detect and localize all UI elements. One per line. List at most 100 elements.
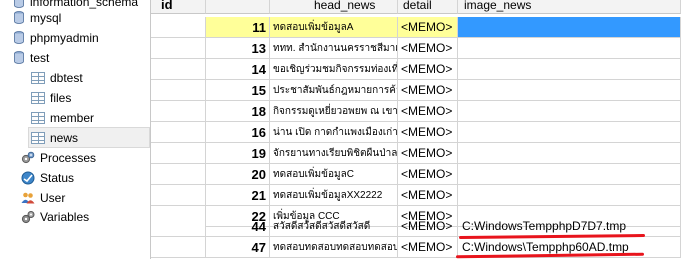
cell-head-news[interactable]: ขอเชิญร่วมชมกิจกรรมท่องเที่ยว	[270, 59, 398, 80]
table-row[interactable]: 16 น่าน เปิด กาดกำแพงเมืองเก่า ข <MEMO>	[151, 122, 681, 143]
tree-db-mysql[interactable]: mysql	[0, 8, 150, 28]
table-icon	[31, 112, 45, 124]
status-icon	[21, 171, 35, 185]
tree-table-news[interactable]: news	[28, 127, 150, 148]
cell-id[interactable]: 44	[206, 216, 270, 237]
cell-head-news[interactable]: ททท. สำนักงานนครราชสีมาเชิญ	[270, 38, 398, 59]
cell-detail[interactable]: <MEMO>	[398, 143, 458, 164]
table-row[interactable]: 20 ทดสอบเพิ่มข้อมูลC <MEMO>	[151, 164, 681, 185]
table-row[interactable]: 11 ทดสอบเพิ่มข้อมูลA <MEMO>	[151, 17, 681, 38]
cell-head-news[interactable]: กิจกรรมดูเหยี่ยวอพยพ ณ เขาเรด	[270, 101, 398, 122]
table-icon	[31, 92, 45, 104]
table-row[interactable]: 19 จักรยานทางเรียบพิชิตผืนป่าลพ <MEMO>	[151, 143, 681, 164]
cell-id[interactable]: 19	[206, 143, 270, 164]
cell-image-news[interactable]	[458, 185, 681, 206]
tree-table-dbtest[interactable]: dbtest	[0, 68, 150, 88]
row-gutter	[151, 185, 206, 206]
cell-detail[interactable]: <MEMO>	[398, 185, 458, 206]
table-row[interactable]: 15 ประชาสัมพันธ์กฎหมายการค้างาช <MEMO>	[151, 80, 681, 101]
cell-detail[interactable]: <MEMO>	[398, 216, 458, 237]
database-icon	[14, 0, 24, 8]
tree-tool-variables[interactable]: Variables	[0, 207, 150, 227]
tree-tool-label: Status	[40, 171, 75, 185]
cell-image-news[interactable]	[458, 17, 681, 38]
tree-table-label: member	[50, 111, 95, 125]
tree-tool-label: Processes	[40, 151, 97, 165]
database-icon	[14, 11, 24, 24]
cell-detail[interactable]: <MEMO>	[398, 38, 458, 59]
row-gutter	[151, 122, 206, 143]
row-gutter	[151, 101, 206, 122]
tree-db-label: test	[30, 51, 50, 65]
row-gutter	[151, 38, 206, 59]
cell-id[interactable]: 14	[206, 59, 270, 80]
cell-head-news[interactable]: ทดสอบทดสอบทดสอบทดสอบทดส	[270, 237, 398, 258]
table-row[interactable]: 13 ททท. สำนักงานนครราชสีมาเชิญ <MEMO>	[151, 38, 681, 59]
table-icon	[31, 72, 45, 84]
schema-tree: information_schema mysql phpmyadmin test…	[0, 0, 150, 259]
cell-detail[interactable]: <MEMO>	[398, 17, 458, 38]
tree-tool-user[interactable]: User	[0, 188, 150, 208]
cell-detail[interactable]: <MEMO>	[398, 101, 458, 122]
gears-icon	[21, 151, 35, 164]
tree-table-label: files	[50, 91, 72, 105]
cell-id[interactable]: 15	[206, 80, 270, 101]
row-gutter	[151, 59, 206, 80]
cell-id[interactable]: 16	[206, 122, 270, 143]
cell-detail[interactable]: <MEMO>	[398, 122, 458, 143]
cell-image-news[interactable]	[458, 59, 681, 80]
cell-image-news[interactable]	[458, 164, 681, 185]
column-header-spacer	[206, 0, 270, 14]
tree-tool-label: User	[40, 191, 66, 205]
tree-table-member[interactable]: member	[0, 108, 150, 128]
tree-tool-processes[interactable]: Processes	[0, 148, 150, 168]
cell-detail[interactable]: <MEMO>	[398, 237, 458, 258]
tree-table-files[interactable]: files	[0, 88, 150, 108]
column-header-detail[interactable]: detail	[398, 0, 458, 14]
column-header-id[interactable]: id	[151, 0, 206, 14]
cell-image-news[interactable]	[458, 143, 681, 164]
table-row[interactable]: 18 กิจกรรมดูเหยี่ยวอพยพ ณ เขาเรด <MEMO>	[151, 101, 681, 122]
cell-head-news[interactable]: ประชาสัมพันธ์กฎหมายการค้างาช	[270, 80, 398, 101]
cell-image-news[interactable]	[458, 38, 681, 59]
cell-head-news[interactable]: ทดสอบเพิ่มข้อมูลC	[270, 164, 398, 185]
cell-head-news[interactable]: จักรยานทางเรียบพิชิตผืนป่าลพ	[270, 143, 398, 164]
cell-detail[interactable]: <MEMO>	[398, 164, 458, 185]
cell-detail[interactable]: <MEMO>	[398, 59, 458, 80]
tree-db-test[interactable]: test	[0, 48, 150, 68]
cell-head-news[interactable]: สวัสดีสวัสดีสวัสดีสวัสดี	[270, 216, 398, 237]
tree-table-label: dbtest	[50, 71, 83, 85]
cell-id[interactable]: 18	[206, 101, 270, 122]
cell-image-news[interactable]	[458, 101, 681, 122]
row-gutter	[151, 164, 206, 185]
cell-id[interactable]: 13	[206, 38, 270, 59]
tree-db-label: mysql	[30, 11, 62, 25]
row-gutter	[151, 216, 206, 237]
database-icon	[14, 51, 24, 64]
cell-id[interactable]: 11	[206, 17, 270, 38]
cell-head-news[interactable]: ทดสอบเพิ่มข้อมูลXX2222	[270, 185, 398, 206]
results-grid: id head_news detail image_news 11 ทดสอบเ…	[151, 0, 681, 259]
table-row[interactable]: 14 ขอเชิญร่วมชมกิจกรรมท่องเที่ยว <MEMO>	[151, 59, 681, 80]
column-header-image-news[interactable]: image_news	[458, 0, 681, 14]
tree-db-label: phpmyadmin	[30, 31, 99, 45]
cell-image-news[interactable]	[458, 80, 681, 101]
cell-image-news[interactable]	[458, 122, 681, 143]
cell-id[interactable]: 47	[206, 237, 270, 258]
row-gutter	[151, 80, 206, 101]
variables-icon	[21, 211, 35, 224]
tree-tool-status[interactable]: Status	[0, 168, 150, 188]
table-row[interactable]: 21 ทดสอบเพิ่มข้อมูลXX2222 <MEMO>	[151, 185, 681, 206]
column-header-head-news[interactable]: head_news	[270, 0, 398, 14]
users-icon	[21, 192, 35, 204]
tree-db-phpmyadmin[interactable]: phpmyadmin	[0, 28, 150, 48]
row-gutter	[151, 143, 206, 164]
cell-head-news[interactable]: น่าน เปิด กาดกำแพงเมืองเก่า ข	[270, 122, 398, 143]
cell-id[interactable]: 21	[206, 185, 270, 206]
cell-head-news[interactable]: ทดสอบเพิ่มข้อมูลA	[270, 17, 398, 38]
row-gutter	[151, 237, 206, 258]
table-icon	[31, 132, 45, 144]
cell-id[interactable]: 20	[206, 164, 270, 185]
tree-table-label: news	[50, 131, 79, 145]
cell-detail[interactable]: <MEMO>	[398, 80, 458, 101]
